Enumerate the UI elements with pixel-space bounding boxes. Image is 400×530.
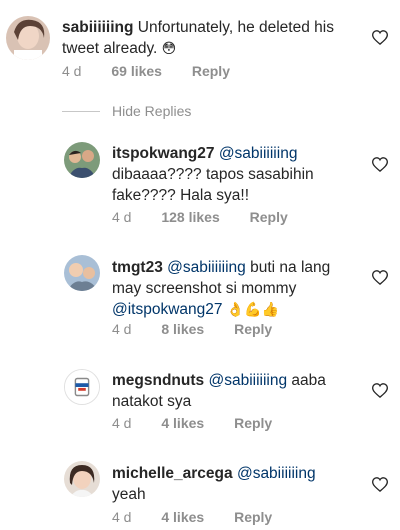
- reply-button[interactable]: Reply: [234, 415, 272, 431]
- timestamp: 4 d: [112, 509, 132, 525]
- hide-replies-label: Hide Replies: [112, 103, 192, 119]
- username[interactable]: itspokwang27: [112, 145, 215, 162]
- comment-meta: 4 d 4 likes Reply: [112, 509, 298, 525]
- flushed-emoji: 😳: [161, 40, 177, 56]
- comment-body-1: aaba: [291, 372, 326, 389]
- mention-link[interactable]: @sabiiiiiing: [237, 465, 316, 482]
- likes-count[interactable]: 4 likes: [161, 509, 204, 525]
- heart-outline-icon[interactable]: [372, 30, 388, 45]
- comment-meta: 4 d 69 likes Reply: [62, 63, 256, 79]
- timestamp: 4 d: [112, 415, 132, 431]
- heart-outline-icon[interactable]: [372, 157, 388, 172]
- timestamp: 4 d: [112, 209, 132, 225]
- heart-outline-icon[interactable]: [372, 270, 388, 285]
- comment-text: itspokwang27 @sabiiiiiing dibaaaa???? ta…: [112, 143, 362, 206]
- comment-text: tmgt23 @sabiiiiiing buti na lang may scr…: [112, 257, 362, 320]
- likes-count[interactable]: 128 likes: [161, 209, 219, 225]
- avatar[interactable]: [64, 142, 100, 178]
- username[interactable]: michelle_arcega: [112, 465, 233, 482]
- comment-text: michelle_arcega @sabiiiiiing yeah: [112, 463, 362, 505]
- avatar[interactable]: [6, 16, 50, 60]
- avatar[interactable]: [64, 461, 100, 497]
- comment-meta: 4 d 8 likes Reply: [112, 321, 298, 337]
- emoji-group: 👌💪👍: [226, 301, 280, 317]
- reply-button[interactable]: Reply: [234, 321, 272, 337]
- username[interactable]: tmgt23: [112, 259, 163, 276]
- mention-link[interactable]: @itspokwang27: [112, 301, 223, 318]
- hide-replies-button[interactable]: Hide Replies: [62, 103, 191, 119]
- comment-body-3: fake???? Hala sya!!: [112, 187, 250, 204]
- timestamp: 4 d: [62, 63, 82, 79]
- comment-meta: 4 d 128 likes Reply: [112, 209, 314, 225]
- reply-button[interactable]: Reply: [192, 63, 230, 79]
- comment-meta: 4 d 4 likes Reply: [112, 415, 298, 431]
- comment-text: sabiiiiiing Unfortunately, he deleted hi…: [62, 17, 362, 59]
- mention-link[interactable]: @sabiiiiiing: [167, 259, 246, 276]
- comment-body-1: buti na lang: [250, 259, 331, 276]
- likes-count[interactable]: 4 likes: [161, 415, 204, 431]
- divider-line: [62, 110, 100, 112]
- comment-body-2: tweet already.: [62, 40, 158, 57]
- comment-body-2: natakot sya: [112, 393, 192, 410]
- comment-body-2: dibaaaa???? tapos sasabihin: [112, 166, 314, 183]
- mention-link[interactable]: @sabiiiiiing: [219, 145, 298, 162]
- username[interactable]: megsndnuts: [112, 372, 204, 389]
- comment-body-2: yeah: [112, 486, 146, 503]
- mention-link[interactable]: @sabiiiiiing: [208, 372, 287, 389]
- likes-count[interactable]: 8 likes: [161, 321, 204, 337]
- avatar[interactable]: [64, 369, 100, 405]
- username[interactable]: sabiiiiiing: [62, 19, 133, 36]
- comment-text: megsndnuts @sabiiiiiing aaba natakot sya: [112, 370, 362, 412]
- likes-count[interactable]: 69 likes: [111, 63, 162, 79]
- comment-body-1: Unfortunately, he deleted his: [137, 19, 334, 36]
- reply-button[interactable]: Reply: [234, 509, 272, 525]
- reply-button[interactable]: Reply: [250, 209, 288, 225]
- heart-outline-icon[interactable]: [372, 383, 388, 398]
- heart-outline-icon[interactable]: [372, 477, 388, 492]
- timestamp: 4 d: [112, 321, 132, 337]
- avatar[interactable]: [64, 255, 100, 291]
- comment-body-2: may screenshot si mommy: [112, 280, 297, 297]
